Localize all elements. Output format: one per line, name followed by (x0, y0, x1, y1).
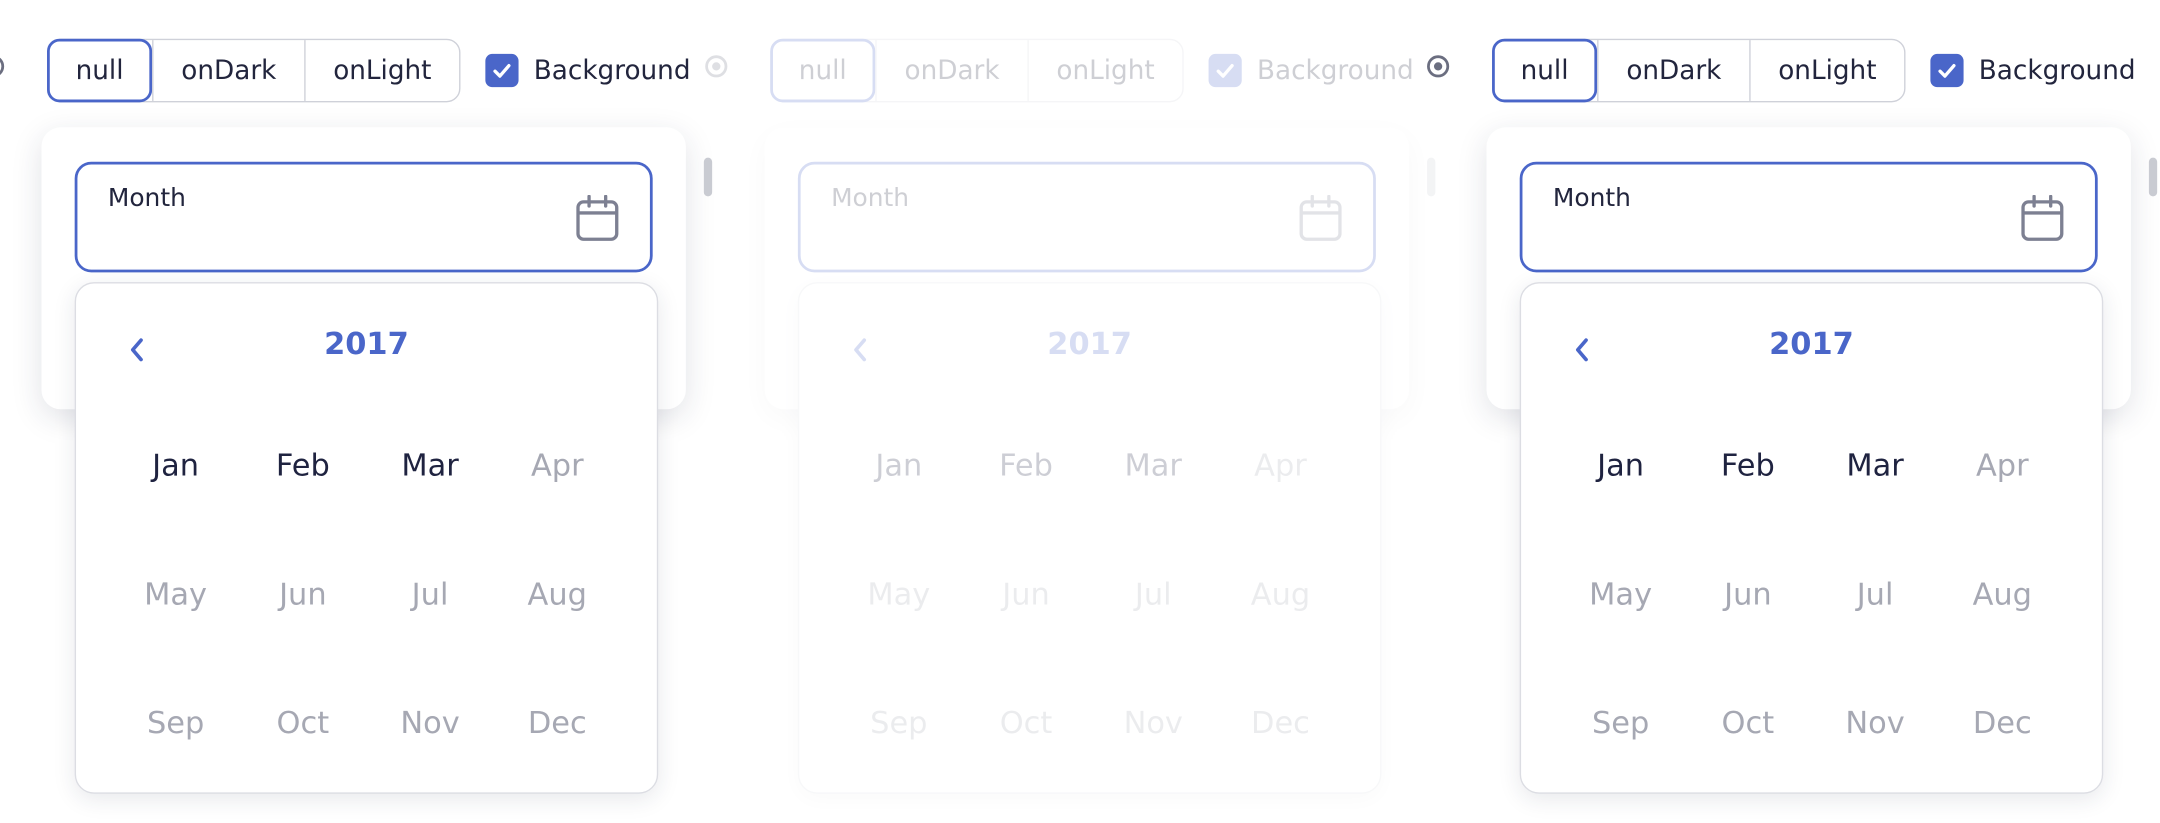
month-grid: Jan Feb Mar Apr May Jun Jul Aug Sep Oct … (835, 402, 1344, 788)
month-jan[interactable]: Jan (835, 402, 962, 531)
month-input[interactable]: Month (1519, 161, 2098, 273)
month-input[interactable]: Month (797, 161, 1376, 273)
segment-on-dark[interactable]: onDark (1597, 40, 1749, 101)
month-apr: Apr (1254, 449, 1307, 484)
month-jul: Jul (1134, 578, 1172, 613)
month-apr: Apr (1975, 449, 2029, 484)
background-checkbox[interactable]: Background (485, 53, 691, 88)
month-oct: Oct (276, 706, 330, 742)
month-dec: Dec (527, 706, 587, 742)
month-jun: Jun (279, 578, 327, 613)
month-feb[interactable]: Feb (1684, 402, 1811, 531)
background-label: Background (1978, 55, 2136, 86)
background-checkbox[interactable]: Background (1208, 53, 1414, 88)
month-may: May (867, 578, 931, 613)
month-dec: Dec (1251, 706, 1310, 742)
month-feb[interactable]: Feb (962, 402, 1089, 531)
calendar-icon[interactable] (575, 194, 619, 248)
month-apr: Apr (530, 449, 584, 484)
month-picker-popup: 2017 Jan Feb Mar Apr May Jun Jul Aug Sep… (797, 282, 1382, 794)
panel-middle: null onDark onLight Background Month 201… (705, 0, 1445, 823)
month-may: May (144, 578, 208, 613)
calendar-icon[interactable] (1298, 194, 1342, 248)
month-jun: Jun (1724, 578, 1772, 613)
month-sep: Sep (146, 706, 205, 742)
checkmark-icon (485, 53, 519, 88)
month-nov: Nov (400, 706, 460, 742)
month-oct: Oct (999, 706, 1053, 742)
segment-on-dark[interactable]: onDark (875, 40, 1027, 101)
month-field-label: Month (107, 183, 186, 213)
month-input[interactable]: Month (74, 161, 653, 273)
theme-segmented-control: null onDark onLight (770, 38, 1184, 103)
month-jul: Jul (1856, 578, 1894, 613)
calendar-icon[interactable] (2020, 194, 2064, 248)
year-heading[interactable]: 2017 (799, 328, 1380, 363)
month-may: May (1589, 578, 1653, 613)
segment-on-light[interactable]: onLight (1027, 40, 1182, 101)
segment-null[interactable]: null (1492, 38, 1598, 103)
month-aug: Aug (1972, 578, 2033, 613)
month-picker-popup: 2017 Jan Feb Mar Apr May Jun Jul Aug Sep… (74, 282, 659, 794)
month-grid: Jan Feb Mar Apr May Jun Jul Aug Sep Oct … (1557, 402, 2066, 788)
year-heading[interactable]: 2017 (1521, 328, 2102, 363)
background-label: Background (1256, 55, 1414, 86)
background-label: Background (533, 55, 691, 86)
month-nov: Nov (1123, 706, 1183, 742)
segment-null[interactable]: null (47, 38, 153, 103)
scrollbar-thumb[interactable] (2148, 157, 2158, 197)
segment-null[interactable]: null (770, 38, 876, 103)
radio-button[interactable] (0, 55, 5, 78)
scrollbar-thumb[interactable] (703, 157, 713, 197)
month-aug: Aug (527, 578, 587, 613)
year-heading[interactable]: 2017 (76, 328, 657, 363)
segment-on-light[interactable]: onLight (304, 40, 459, 101)
month-sep: Sep (870, 706, 928, 742)
month-jan[interactable]: Jan (1557, 402, 1684, 531)
month-jan[interactable]: Jan (112, 402, 239, 531)
panel-right: null onDark onLight Background Month 201… (1427, 0, 2160, 823)
month-grid: Jan Feb Mar Apr May Jun Jul Aug Sep Oct … (112, 402, 621, 788)
month-mar[interactable]: Mar (1811, 402, 1938, 531)
radio-button[interactable] (1427, 55, 1450, 78)
checkmark-icon (1930, 53, 1964, 88)
theme-segmented-control: null onDark onLight (47, 38, 461, 103)
scrollbar-thumb[interactable] (1427, 157, 1436, 197)
demo-stage: null onDark onLight Background Month 201… (0, 0, 2160, 823)
month-jun: Jun (1002, 578, 1050, 613)
month-sep: Sep (1591, 706, 1650, 742)
month-nov: Nov (1845, 706, 1905, 742)
background-checkbox[interactable]: Background (1930, 53, 2136, 88)
month-field-label: Month (1552, 183, 1631, 213)
theme-segmented-control: null onDark onLight (1492, 38, 1906, 103)
panel-left: null onDark onLight Background Month 201… (0, 0, 722, 823)
month-picker-popup: 2017 Jan Feb Mar Apr May Jun Jul Aug Sep… (1519, 282, 2104, 794)
segment-on-dark[interactable]: onDark (152, 40, 304, 101)
month-mar[interactable]: Mar (1090, 402, 1217, 531)
month-field-label: Month (831, 183, 910, 213)
month-oct: Oct (1721, 706, 1775, 742)
segment-on-light[interactable]: onLight (1749, 40, 1904, 101)
month-feb[interactable]: Feb (239, 402, 366, 531)
month-jul: Jul (411, 578, 449, 613)
month-mar[interactable]: Mar (366, 402, 493, 531)
checkmark-icon (1208, 53, 1242, 88)
month-aug: Aug (1250, 578, 1311, 613)
radio-button[interactable] (705, 55, 728, 78)
month-dec: Dec (1972, 706, 2032, 742)
